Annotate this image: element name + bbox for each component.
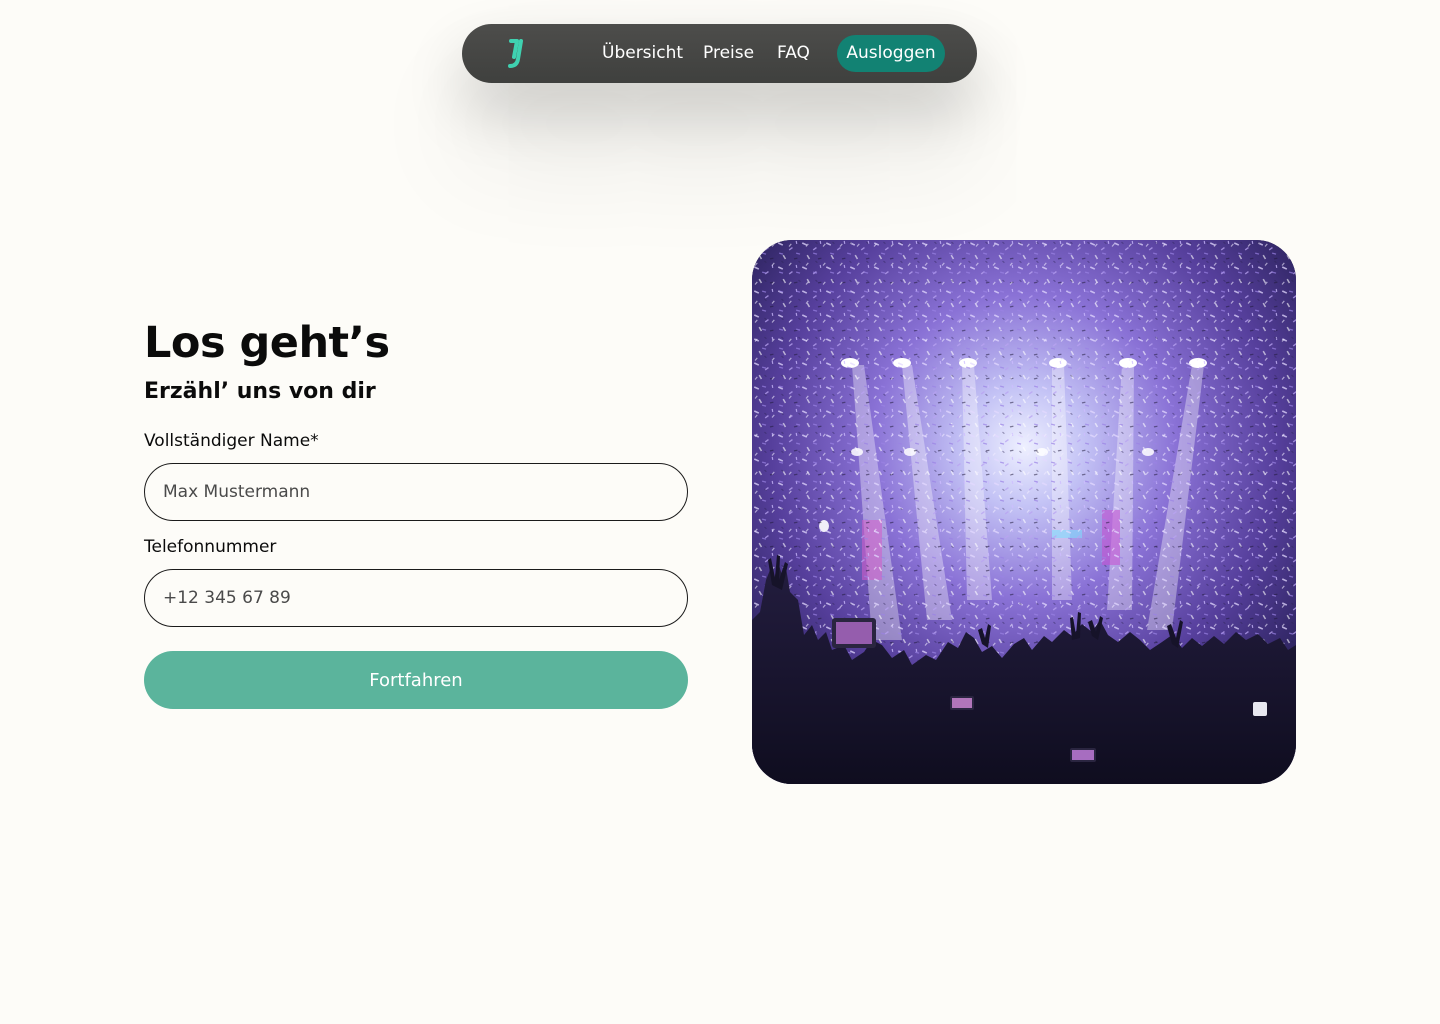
top-navigation: Übersicht Preise FAQ Ausloggen (462, 24, 977, 83)
nav-link-overview[interactable]: Übersicht (602, 24, 683, 83)
phone-input[interactable] (144, 569, 688, 627)
logout-button[interactable]: Ausloggen (837, 35, 945, 72)
brand-logo-icon[interactable] (506, 38, 528, 70)
concert-crowd-confetti-image (752, 240, 1296, 784)
page-title: Los geht’s (144, 318, 390, 368)
phone-label: Telefonnummer (144, 537, 277, 557)
full-name-label: Vollständiger Name* (144, 431, 319, 451)
page-subtitle: Erzähl’ uns von dir (144, 379, 376, 404)
continue-button[interactable]: Fortfahren (144, 651, 688, 709)
nav-link-pricing[interactable]: Preise (703, 24, 754, 83)
full-name-input[interactable] (144, 463, 688, 521)
nav-link-faq[interactable]: FAQ (777, 24, 810, 83)
